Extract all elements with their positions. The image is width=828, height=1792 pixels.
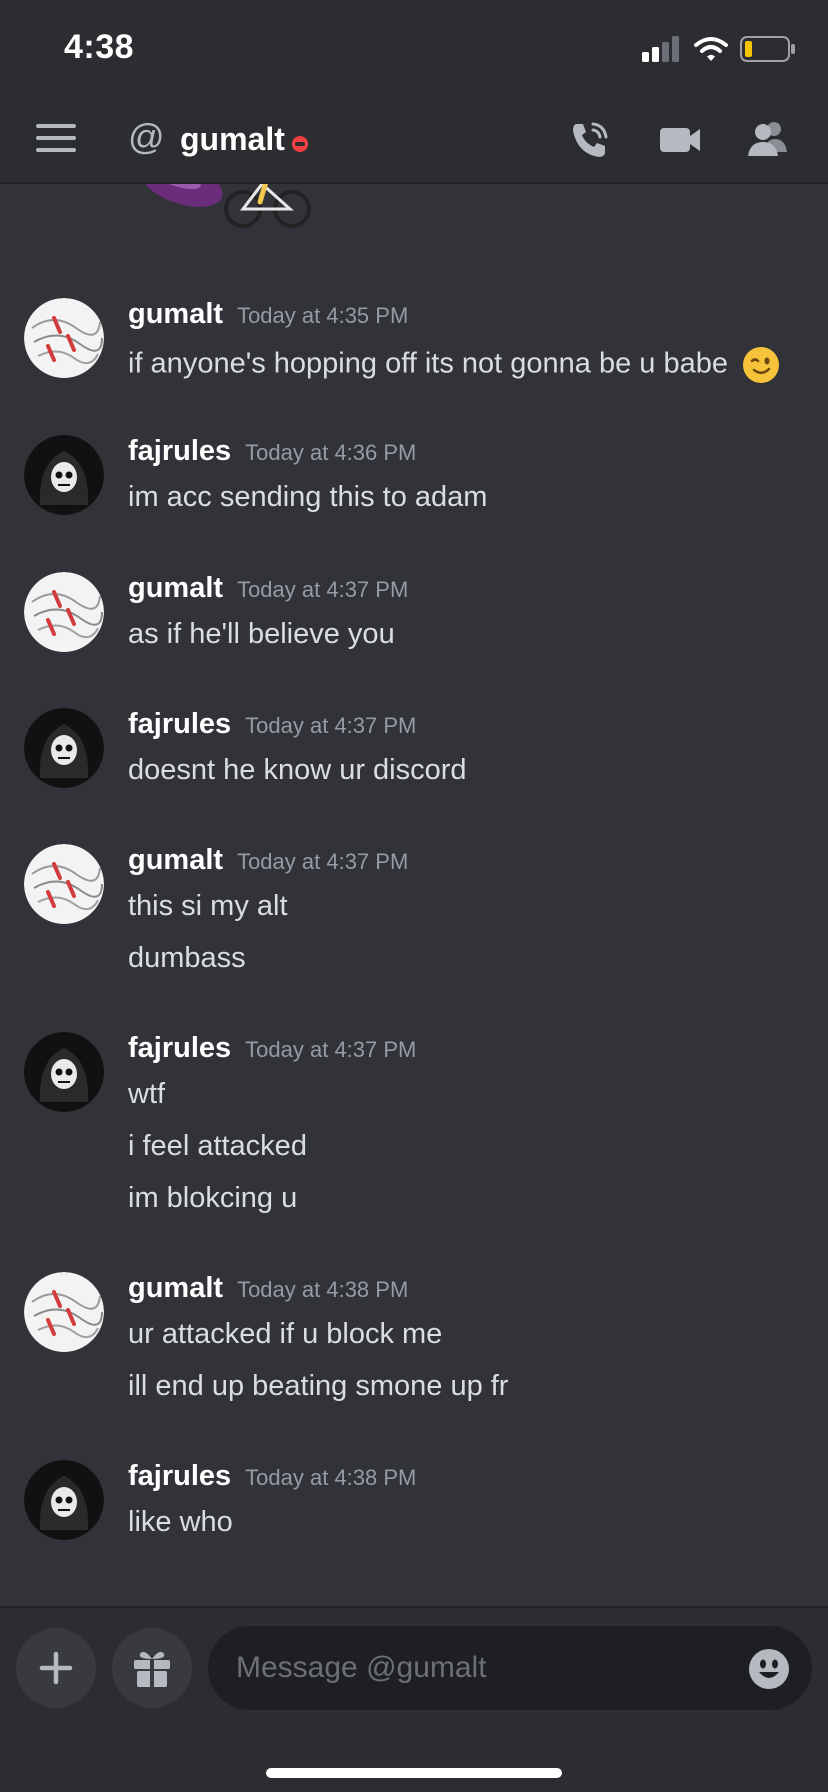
video-camera-icon[interactable] bbox=[656, 116, 704, 164]
message-author[interactable]: fajrules Today at 4:36 PM bbox=[128, 435, 416, 468]
members-icon[interactable] bbox=[744, 116, 792, 164]
message-line: dumbass bbox=[128, 942, 246, 974]
avatar-fajrules[interactable] bbox=[24, 1460, 104, 1540]
message-line: if anyone's hopping off its not gonna be… bbox=[128, 346, 780, 384]
gift-button[interactable] bbox=[112, 1628, 192, 1708]
add-attachment-button[interactable] bbox=[16, 1628, 96, 1708]
plus-icon bbox=[39, 1651, 73, 1685]
message-line: this si my alt bbox=[128, 890, 288, 922]
message-author[interactable]: gumalt Today at 4:37 PM bbox=[128, 572, 408, 605]
hamburger-menu-icon[interactable] bbox=[36, 124, 76, 156]
message-line: ill end up beating smone up fr bbox=[128, 1370, 509, 1402]
message-line: im blokcing u bbox=[128, 1182, 298, 1214]
channel-header: @ gumalt bbox=[0, 96, 828, 184]
message-list[interactable]: gumalt Today at 4:35 PM if anyone's hoppi… bbox=[0, 184, 828, 1608]
message-author[interactable]: fajrules Today at 4:38 PM bbox=[128, 1460, 416, 1493]
battery-icon bbox=[740, 36, 795, 62]
message-timestamp: Today at 4:37 PM bbox=[245, 1037, 417, 1062]
avatar-gumalt[interactable] bbox=[24, 572, 104, 652]
message-author[interactable]: fajrules Today at 4:37 PM bbox=[128, 708, 416, 741]
avatar-fajrules[interactable] bbox=[24, 1032, 104, 1112]
at-icon: @ bbox=[128, 116, 165, 157]
message-line: wtf bbox=[128, 1078, 166, 1110]
message-timestamp: Today at 4:36 PM bbox=[245, 440, 417, 465]
avatar-gumalt[interactable] bbox=[24, 1272, 104, 1352]
message-author[interactable]: gumalt Today at 4:37 PM bbox=[128, 844, 408, 877]
message-line: like who bbox=[128, 1506, 233, 1538]
avatar-gumalt[interactable] bbox=[24, 298, 104, 378]
message-composer bbox=[0, 1606, 828, 1792]
message-line: ur attacked if u block me bbox=[128, 1318, 443, 1350]
message-author[interactable]: fajrules Today at 4:37 PM bbox=[128, 1032, 416, 1065]
avatar-fajrules[interactable] bbox=[24, 708, 104, 788]
page-title: gumalt bbox=[180, 121, 285, 157]
status-icons bbox=[642, 36, 796, 62]
winking-face-emoji-icon bbox=[743, 347, 780, 383]
home-indicator[interactable] bbox=[266, 1768, 562, 1778]
message-input[interactable] bbox=[208, 1626, 812, 1710]
do-not-disturb-status-icon bbox=[292, 136, 308, 152]
avatar-fajrules[interactable] bbox=[24, 435, 104, 515]
message-timestamp: Today at 4:38 PM bbox=[245, 1465, 417, 1490]
message-line: as if he'll believe you bbox=[128, 618, 395, 650]
message-line: im acc sending this to adam bbox=[128, 481, 488, 513]
eggplant-bicycle-emoji-icon bbox=[141, 184, 311, 228]
status-time: 4:38 bbox=[64, 28, 135, 66]
wifi-icon bbox=[694, 37, 728, 61]
message-timestamp: Today at 4:35 PM bbox=[237, 303, 409, 328]
message-line: doesnt he know ur discord bbox=[128, 754, 467, 786]
message-timestamp: Today at 4:37 PM bbox=[237, 577, 409, 602]
status-bar: 4:38 bbox=[0, 0, 828, 96]
message-author[interactable]: gumalt Today at 4:38 PM bbox=[128, 1272, 408, 1305]
message-timestamp: Today at 4:37 PM bbox=[237, 849, 409, 874]
cellular-signal-icon bbox=[642, 36, 679, 62]
message-author[interactable]: gumalt Today at 4:35 PM bbox=[128, 298, 408, 331]
smiley-face-icon[interactable] bbox=[748, 1648, 790, 1690]
message-line: i feel attacked bbox=[128, 1130, 307, 1162]
avatar-gumalt[interactable] bbox=[24, 844, 104, 924]
phone-call-icon[interactable] bbox=[566, 116, 614, 164]
message-timestamp: Today at 4:38 PM bbox=[237, 1277, 409, 1302]
app-root: 4:38 @ gumalt gumalt Today at 4:35 PM if… bbox=[0, 0, 828, 1792]
message-timestamp: Today at 4:37 PM bbox=[245, 713, 417, 738]
gift-icon bbox=[134, 1651, 170, 1687]
